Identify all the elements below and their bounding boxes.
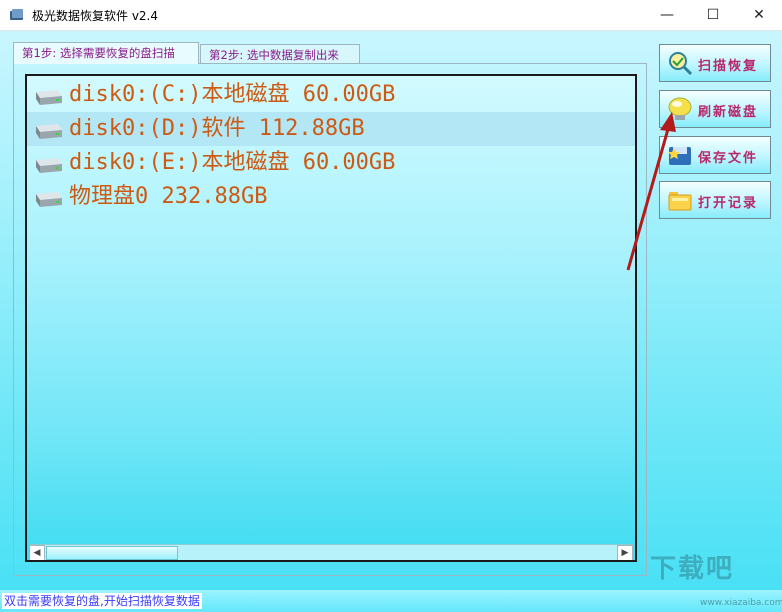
disk-label: disk0:(C:)本地磁盘 60.00GB bbox=[69, 82, 396, 107]
folder-icon bbox=[668, 192, 692, 211]
refresh-disk-button[interactable]: 刷新磁盘 bbox=[659, 90, 771, 128]
refresh-disk-label: 刷新磁盘 bbox=[698, 105, 759, 120]
watermark-url: www.xiazaiba.com bbox=[700, 598, 782, 608]
title-bar: 极光数据恢复软件 v2.4 — ☐ ✕ bbox=[0, 0, 782, 31]
scroll-right-button[interactable]: ▶ bbox=[617, 545, 633, 560]
hard-drive-icon bbox=[36, 124, 62, 139]
window-title: 极光数据恢复软件 v2.4 bbox=[32, 9, 159, 23]
disk-item-physical[interactable]: 物理盘0 232.88GB bbox=[27, 180, 635, 214]
disk-item-e[interactable]: disk0:(E:)本地磁盘 60.00GB bbox=[27, 146, 635, 180]
hard-drive-icon bbox=[36, 192, 62, 207]
scan-recover-button[interactable]: 扫描恢复 bbox=[659, 44, 771, 82]
disk-label: 物理盘0 232.88GB bbox=[69, 184, 268, 209]
horizontal-scrollbar[interactable]: ◀ ▶ bbox=[29, 544, 633, 560]
disk-label: disk0:(E:)本地磁盘 60.00GB bbox=[69, 150, 396, 175]
scan-icon bbox=[669, 52, 693, 76]
app-icon bbox=[10, 9, 23, 20]
watermark-logo: 下载吧 bbox=[650, 554, 735, 584]
open-record-label: 打开记录 bbox=[698, 196, 759, 211]
scan-recover-label: 扫描恢复 bbox=[698, 59, 759, 74]
status-bar: 双击需要恢复的盘,开始扫描恢复数据 bbox=[0, 590, 782, 612]
disk-label: disk0:(D:)软件 112.88GB bbox=[69, 116, 365, 141]
disk-list[interactable]: disk0:(C:)本地磁盘 60.00GB disk0:(D:)软件 112.… bbox=[25, 74, 637, 562]
maximize-button[interactable]: ☐ bbox=[690, 0, 736, 30]
disk-item-c[interactable]: disk0:(C:)本地磁盘 60.00GB bbox=[27, 78, 635, 112]
close-button[interactable]: ✕ bbox=[736, 0, 782, 30]
open-record-button[interactable]: 打开记录 bbox=[659, 181, 771, 219]
status-text: 双击需要恢复的盘,开始扫描恢复数据 bbox=[2, 593, 202, 609]
save-file-button[interactable]: 保存文件 bbox=[659, 136, 771, 174]
minimize-button[interactable]: — bbox=[644, 0, 690, 30]
tab-step2[interactable]: 第2步: 选中数据复制出来 bbox=[200, 44, 360, 64]
hard-drive-icon bbox=[36, 158, 62, 173]
refresh-icon bbox=[668, 97, 692, 120]
hard-drive-icon bbox=[36, 90, 62, 105]
disk-item-d[interactable]: disk0:(D:)软件 112.88GB bbox=[27, 112, 635, 146]
save-file-label: 保存文件 bbox=[698, 151, 759, 166]
scroll-left-button[interactable]: ◀ bbox=[29, 545, 45, 560]
tab-step1[interactable]: 第1步: 选择需要恢复的盘扫描 bbox=[13, 42, 199, 64]
save-icon bbox=[668, 147, 691, 165]
scroll-thumb[interactable] bbox=[46, 546, 178, 560]
